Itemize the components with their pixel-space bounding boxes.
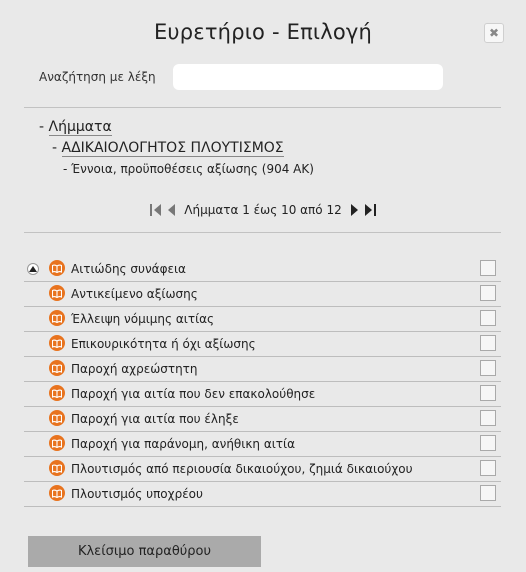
entry-checkbox[interactable] <box>480 385 496 401</box>
book-icon <box>49 385 65 401</box>
entry-checkbox[interactable] <box>480 435 496 451</box>
dialog-title: Ευρετήριο - Επιλογή <box>153 20 373 44</box>
divider <box>24 232 501 233</box>
breadcrumb-level3: - Έννοια, προϋποθέσεις αξίωσης (904 ΑΚ) <box>63 162 314 176</box>
divider <box>24 107 501 108</box>
entry-checkbox[interactable] <box>480 260 496 276</box>
book-icon <box>49 260 65 276</box>
entry-label[interactable]: Αιτιώδης συνάφεια <box>71 262 186 276</box>
list-item: Πλουτισμός υποχρέου <box>24 482 501 507</box>
book-icon <box>49 310 65 326</box>
entry-checkbox[interactable] <box>480 360 496 376</box>
pager-text: Λήμματα 1 έως 10 από 12 <box>184 203 342 217</box>
book-icon <box>49 485 65 501</box>
entry-label[interactable]: Παροχή για αιτία που δεν επακολούθησε <box>71 387 315 401</box>
book-icon <box>49 285 65 301</box>
book-icon <box>49 435 65 451</box>
entry-checkbox[interactable] <box>480 410 496 426</box>
close-icon[interactable]: ✖ <box>484 23 504 43</box>
entry-label[interactable]: Παροχή αχρεώστητη <box>71 362 198 376</box>
collapse-up-icon[interactable] <box>27 263 39 275</box>
breadcrumb-level1-label[interactable]: Λήμματα <box>48 119 112 136</box>
list-item: Παροχή αχρεώστητη <box>24 357 501 382</box>
search-label: Αναζήτηση με λέξη <box>39 70 156 84</box>
entry-checkbox[interactable] <box>480 485 496 501</box>
search-input[interactable] <box>173 64 443 90</box>
entry-checkbox[interactable] <box>480 335 496 351</box>
entry-label[interactable]: Πλουτισμός από περιουσία δικαιούχου, ζημ… <box>71 462 413 476</box>
pager: Λήμματα 1 έως 10 από 12 <box>0 202 526 218</box>
close-window-button[interactable]: Κλείσιμο παραθύρου <box>28 536 261 567</box>
book-icon <box>49 460 65 476</box>
list-item: Πλουτισμός από περιουσία δικαιούχου, ζημ… <box>24 457 501 482</box>
book-icon <box>49 410 65 426</box>
book-icon <box>49 335 65 351</box>
breadcrumb-level2-label[interactable]: ΑΔΙΚΑΙΟΛΟΓΗΤΟΣ ΠΛΟΥΤΙΣΜΟΣ <box>61 140 284 157</box>
book-icon <box>49 360 65 376</box>
entry-label[interactable]: Παροχή για αιτία που έληξε <box>71 412 239 426</box>
entry-label[interactable]: Πλουτισμός υποχρέου <box>71 487 203 501</box>
list-item: Αιτιώδης συνάφεια <box>24 257 501 282</box>
first-page-icon[interactable] <box>149 202 163 218</box>
breadcrumb-level2[interactable]: - ΑΔΙΚΑΙΟΛΟΓΗΤΟΣ ΠΛΟΥΤΙΣΜΟΣ <box>52 140 284 157</box>
list-item: Παροχή για αιτία που έληξε <box>24 407 501 432</box>
list-item: Επικουρικότητα ή όχι αξίωσης <box>24 332 501 357</box>
prev-page-icon[interactable] <box>167 202 177 218</box>
entry-label[interactable]: Έλλειψη νόμιμης αιτίας <box>71 312 214 326</box>
next-page-icon[interactable] <box>349 202 359 218</box>
entry-checkbox[interactable] <box>480 285 496 301</box>
last-page-icon[interactable] <box>363 202 377 218</box>
list-item: Παροχή για αιτία που δεν επακολούθησε <box>24 382 501 407</box>
entry-checkbox[interactable] <box>480 310 496 326</box>
entry-list: Αιτιώδης συνάφεια Αντικείμενο αξίωσης Έλ… <box>24 257 501 507</box>
entry-checkbox[interactable] <box>480 460 496 476</box>
entry-label[interactable]: Επικουρικότητα ή όχι αξίωσης <box>71 337 256 351</box>
breadcrumb-level3-label: Έννοια, προϋποθέσεις αξίωσης (904 ΑΚ) <box>71 162 314 176</box>
breadcrumb-level1[interactable]: - Λήμματα <box>39 119 112 136</box>
entry-label[interactable]: Παροχή για παράνομη, ανήθικη αιτία <box>71 437 295 451</box>
list-item: Παροχή για παράνομη, ανήθικη αιτία <box>24 432 501 457</box>
entry-label[interactable]: Αντικείμενο αξίωσης <box>71 287 198 301</box>
list-item: Έλλειψη νόμιμης αιτίας <box>24 307 501 332</box>
list-item: Αντικείμενο αξίωσης <box>24 282 501 307</box>
